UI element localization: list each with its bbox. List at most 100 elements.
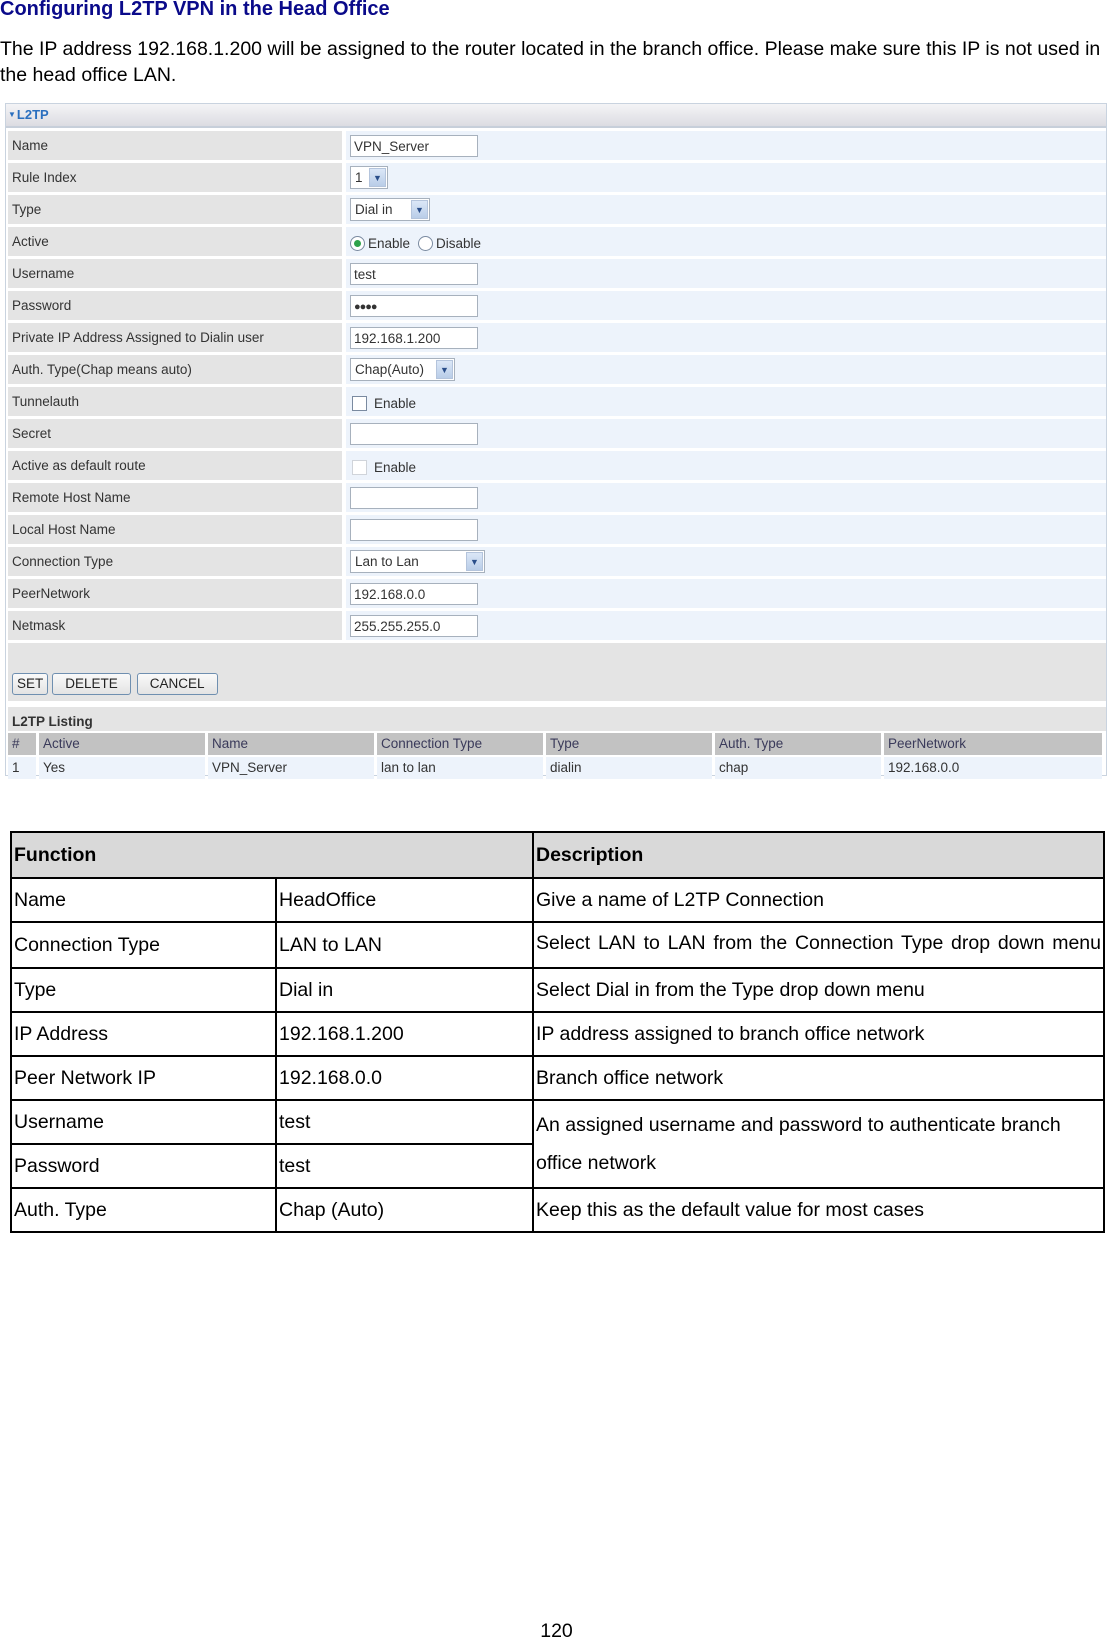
function-cell: Peer Network IP xyxy=(10,1055,277,1101)
column-header: Active xyxy=(39,733,205,755)
type-select[interactable]: Dial in ▼ xyxy=(350,198,430,221)
select-value: 1 xyxy=(355,170,363,185)
netmask-input[interactable]: 255.255.255.0 xyxy=(350,614,478,637)
listing-cell: dialin xyxy=(546,757,712,779)
column-header: PeerNetwork xyxy=(884,733,1102,755)
active-disable-radio[interactable] xyxy=(418,235,434,251)
listing-cell: lan to lan xyxy=(377,757,543,779)
table-row: Type Dial in Select Dial in from the Typ… xyxy=(10,967,1105,1013)
connection-type-select[interactable]: Lan to Lan ▼ xyxy=(350,550,485,573)
delete-button[interactable]: DELETE xyxy=(52,673,131,695)
field-label: Type xyxy=(8,195,342,224)
field-row-name: Name VPN_Server xyxy=(8,131,1106,160)
l2tp-screenshot-panel: ▼L2TP Name VPN_Server Rule Index 1 ▼ Type… xyxy=(5,103,1107,779)
field-row-local-host: Local Host Name xyxy=(8,515,1106,544)
description-cell: Select Dial in from the Type drop down m… xyxy=(532,967,1105,1013)
username-input[interactable]: test xyxy=(350,262,478,285)
chevron-down-icon[interactable]: ▼ xyxy=(466,552,483,571)
table-row: IP Address 192.168.1.200 IP address assi… xyxy=(10,1011,1105,1057)
column-header: Auth. Type xyxy=(715,733,881,755)
field-label: Active as default route xyxy=(8,451,342,480)
secret-input[interactable] xyxy=(350,422,478,445)
value-cell: test xyxy=(275,1099,534,1145)
private-ip-input[interactable]: 192.168.1.200 xyxy=(350,326,478,349)
field-label: Connection Type xyxy=(8,547,342,576)
value-cell: HeadOffice xyxy=(275,877,534,923)
function-cell: Password xyxy=(10,1143,277,1189)
listing-cell: VPN_Server xyxy=(208,757,374,779)
intro-paragraph: The IP address 192.168.1.200 will be ass… xyxy=(0,38,1101,86)
function-cell: Name xyxy=(10,877,277,923)
checkbox-label: Enable xyxy=(374,459,417,475)
field-row-auth-type: Auth. Type(Chap means auto) Chap(Auto) ▼ xyxy=(8,355,1106,384)
value-cell: 192.168.0.0 xyxy=(275,1055,534,1101)
field-row-active: Active Enable Disable xyxy=(8,227,1106,256)
select-value: Dial in xyxy=(355,202,393,217)
name-input[interactable]: VPN_Server xyxy=(350,134,478,157)
peer-network-input[interactable]: 192.168.0.0 xyxy=(350,582,478,605)
l2tp-panel-header[interactable]: ▼L2TP xyxy=(6,104,1106,128)
column-header: # xyxy=(8,733,36,755)
section-heading: Configuring L2TP VPN in the Head Office xyxy=(0,0,390,20)
field-label: Rule Index xyxy=(8,163,342,192)
description-cell: Keep this as the default value for most … xyxy=(532,1187,1105,1233)
listing-cell: 192.168.0.0 xyxy=(884,757,1102,779)
rule-index-select[interactable]: 1 ▼ xyxy=(350,166,388,189)
field-row-peer-network: PeerNetwork 192.168.0.0 xyxy=(8,579,1106,608)
field-row-username: Username test xyxy=(8,259,1106,288)
chevron-down-icon[interactable]: ▼ xyxy=(411,200,428,219)
field-row-private-ip: Private IP Address Assigned to Dialin us… xyxy=(8,323,1106,352)
password-input[interactable]: ●●●● xyxy=(350,294,478,317)
table-header-row: Function Description xyxy=(10,831,1105,879)
function-table: Function Description Name HeadOffice Giv… xyxy=(10,831,1105,1233)
remote-host-input[interactable] xyxy=(350,486,478,509)
field-label: Password xyxy=(8,291,342,320)
active-enable-radio[interactable] xyxy=(350,235,365,251)
table-row: Peer Network IP 192.168.0.0 Branch offic… xyxy=(10,1055,1105,1101)
value-cell: test xyxy=(275,1143,534,1189)
tunnelauth-checkbox[interactable] xyxy=(352,395,367,411)
local-host-input[interactable] xyxy=(350,518,478,541)
set-button[interactable]: SET xyxy=(12,673,49,695)
field-label: Remote Host Name xyxy=(8,483,342,512)
field-row-remote-host: Remote Host Name xyxy=(8,483,1106,512)
field-row-password: Password ●●●● xyxy=(8,291,1106,320)
function-header: Function xyxy=(10,831,534,879)
field-label: Netmask xyxy=(8,611,342,640)
field-row-connection-type: Connection Type Lan to Lan ▼ xyxy=(8,547,1106,576)
select-value: Lan to Lan xyxy=(355,554,419,569)
description-cell: Give a name of L2TP Connection xyxy=(532,877,1105,923)
page-number: 120 xyxy=(540,1620,573,1642)
listing-title: L2TP Listing xyxy=(8,707,1106,731)
select-value: Chap(Auto) xyxy=(355,362,425,377)
field-row-default-route: Active as default route Enable xyxy=(8,451,1106,480)
function-cell: Auth. Type xyxy=(10,1187,277,1233)
listing-cell: chap xyxy=(715,757,881,779)
table-row: Username test An assigned username and p… xyxy=(10,1099,1105,1189)
triangle-down-icon: ▼ xyxy=(8,110,16,119)
checkbox-label: Enable xyxy=(374,395,417,411)
field-label: Name xyxy=(8,131,342,160)
cancel-button[interactable]: CANCEL xyxy=(136,673,218,695)
field-label: PeerNetwork xyxy=(8,579,342,608)
description-cell: An assigned username and password to aut… xyxy=(532,1099,1105,1189)
function-cell: Connection Type xyxy=(10,921,277,969)
field-label: Local Host Name xyxy=(8,515,342,544)
field-label: Secret xyxy=(8,419,342,448)
auth-type-select[interactable]: Chap(Auto) ▼ xyxy=(350,358,455,381)
column-header: Connection Type xyxy=(377,733,543,755)
description-cell: Branch office network xyxy=(532,1055,1105,1101)
radio-label: Disable xyxy=(436,235,482,251)
field-row-tunnelauth: Tunnelauth Enable xyxy=(8,387,1106,416)
radio-label: Enable xyxy=(368,235,411,251)
chevron-down-icon[interactable]: ▼ xyxy=(436,360,453,379)
field-label: Private IP Address Assigned to Dialin us… xyxy=(8,323,342,352)
table-row: Auth. Type Chap (Auto) Keep this as the … xyxy=(10,1187,1105,1233)
default-route-checkbox[interactable] xyxy=(352,459,367,475)
chevron-down-icon[interactable]: ▼ xyxy=(369,168,386,187)
function-cell: Type xyxy=(10,967,277,1013)
field-label: Auth. Type(Chap means auto) xyxy=(8,355,342,384)
value-cell: Chap (Auto) xyxy=(275,1187,534,1233)
column-header: Name xyxy=(208,733,374,755)
listing-row[interactable]: 1 Yes VPN_Server lan to lan dialin chap … xyxy=(8,757,1106,779)
